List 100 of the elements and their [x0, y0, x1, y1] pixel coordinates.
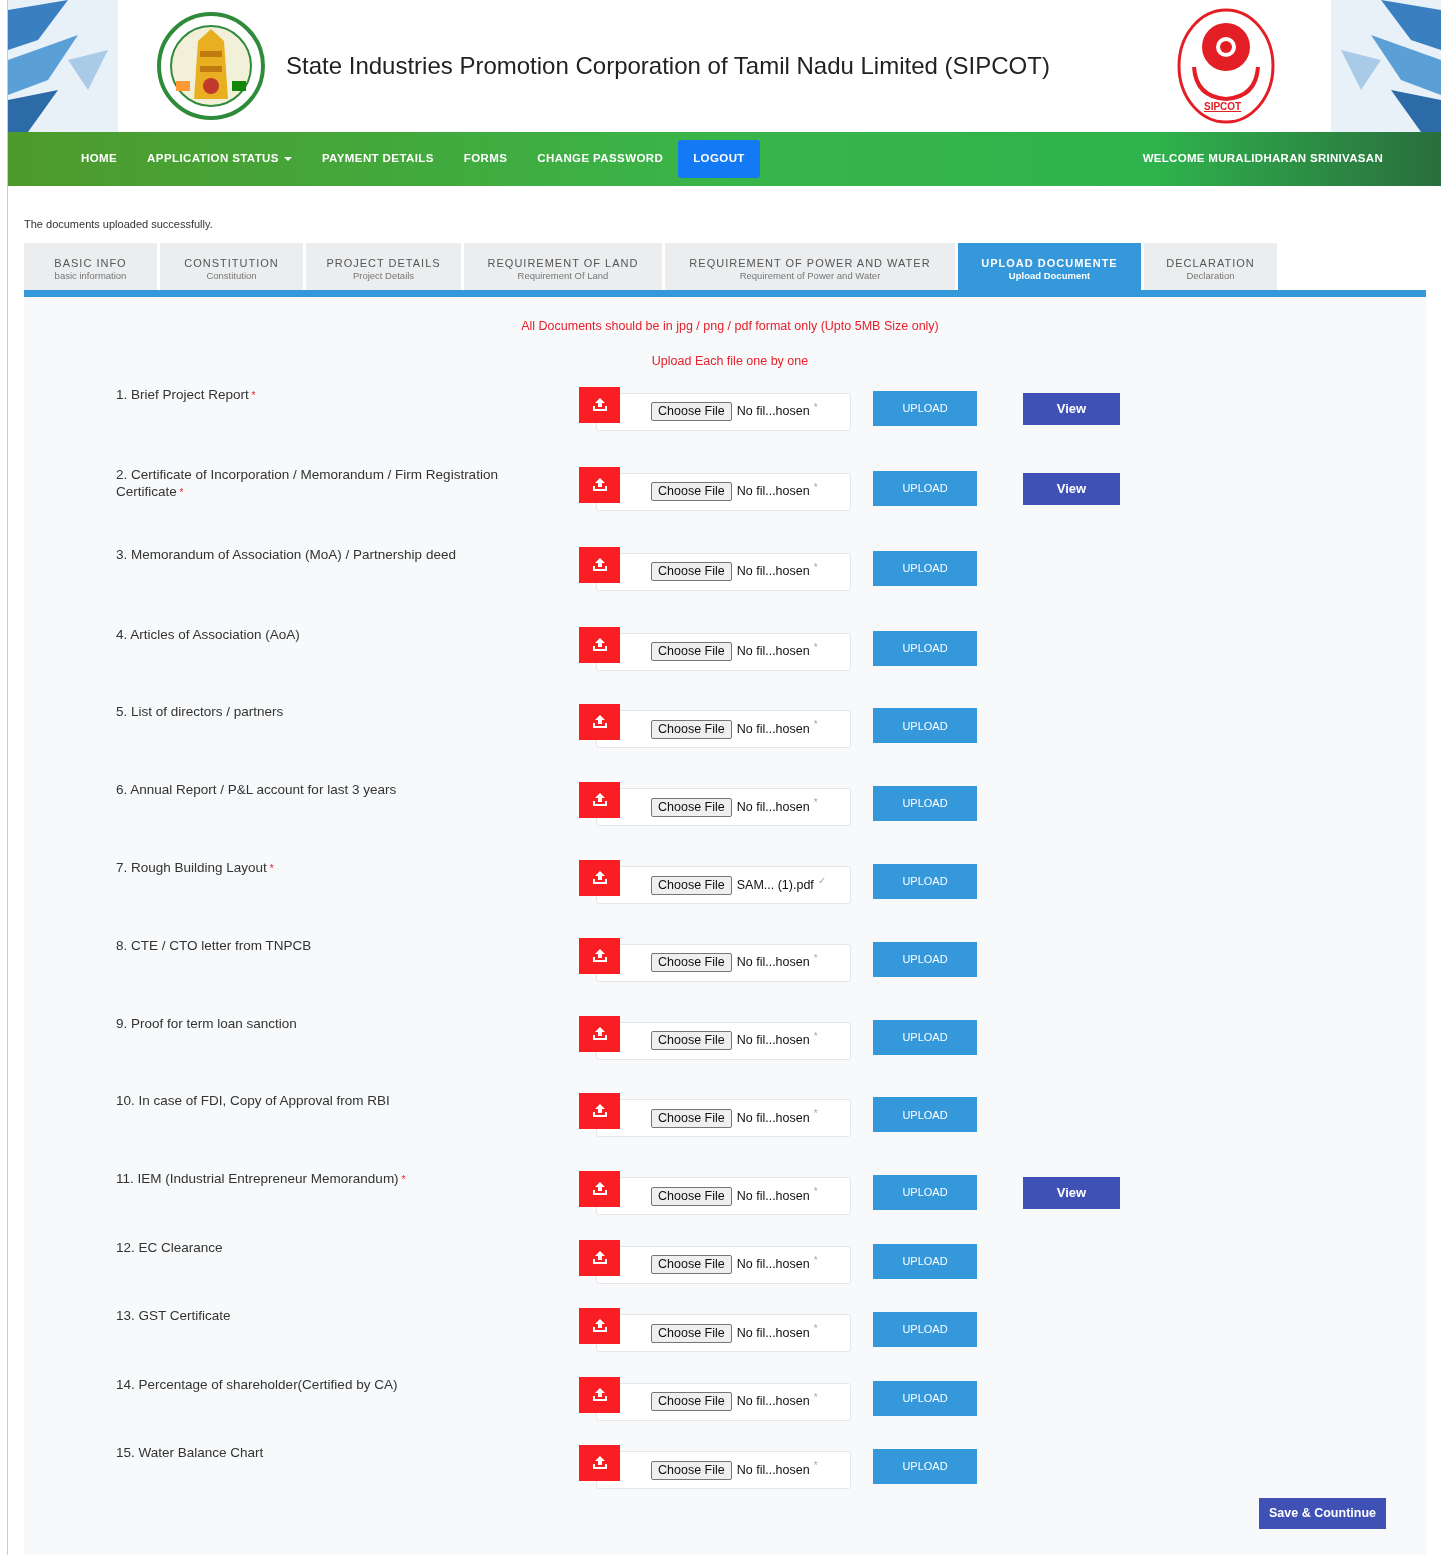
required-mark: *: [813, 951, 818, 966]
file-name: No fil...hosen: [736, 1110, 810, 1128]
required-mark: *: [813, 400, 818, 415]
document-label: 13. GST Certificate: [115, 1308, 232, 1326]
upload-icon: [579, 626, 620, 663]
choose-file-button[interactable]: Choose File: [651, 1392, 732, 1412]
required-mark: *: [813, 718, 818, 733]
file-name: No fil...hosen: [736, 1461, 810, 1479]
choose-file-button[interactable]: Choose File: [651, 1108, 732, 1128]
view-button[interactable]: View: [1023, 392, 1120, 425]
document-label: 10. In case of FDI, Copy of Approval from RBI: [115, 1093, 391, 1111]
upload-icon: [579, 704, 620, 741]
required-mark: *: [813, 1390, 818, 1405]
required-mark: *: [813, 1459, 818, 1474]
required-mark: *: [813, 1253, 818, 1268]
nav-link[interactable]: LOGOUT: [678, 140, 760, 178]
file-field[interactable]: Choose File No fil...hosen *: [596, 1099, 851, 1138]
step-tab[interactable]: REQUIREMENT OF LAND Requirement Of Land: [464, 242, 662, 291]
choose-file-button[interactable]: Choose File: [651, 797, 732, 817]
upload-icon: [579, 1445, 620, 1482]
file-field[interactable]: Choose File No fil...hosen *: [596, 943, 851, 982]
choose-file-button[interactable]: Choose File: [651, 875, 732, 895]
required-mark: *: [813, 640, 818, 655]
file-name: No fil...hosen: [736, 1256, 810, 1274]
upload-icon: [579, 782, 620, 819]
file-name: No fil...hosen: [736, 563, 810, 581]
file-name: No fil...hosen: [736, 1187, 810, 1205]
upload-icon: [579, 860, 620, 897]
required-mark: *: [813, 1322, 818, 1337]
file-name: No fil...hosen: [736, 954, 810, 972]
view-button[interactable]: View: [1023, 472, 1120, 505]
welcome-text: WELCOME MURALIDHARAN SRINIVASAN: [1142, 151, 1383, 167]
upload-icon: [579, 386, 620, 423]
file-field[interactable]: Choose File SAM... (1).pdf ✓: [596, 866, 851, 905]
document-label: 1. Brief Project Report *: [115, 386, 257, 404]
choose-file-button[interactable]: Choose File: [651, 719, 732, 739]
step-tab[interactable]: DECLARATION Declaration: [1144, 242, 1277, 291]
file-field[interactable]: Choose File No fil...hosen *: [596, 1245, 851, 1284]
required-mark: *: [813, 796, 818, 811]
file-name: No fil...hosen: [736, 643, 810, 661]
required-mark: *: [813, 560, 818, 575]
required-mark: *: [813, 1185, 818, 1200]
save-continue-button[interactable]: Save & Countinue: [1259, 1498, 1386, 1530]
choose-file-button[interactable]: Choose File: [651, 1323, 732, 1343]
file-name: SAM... (1).pdf: [736, 876, 814, 894]
file-field[interactable]: Choose File No fil...hosen *: [596, 1314, 851, 1353]
logo-text: SIPCOT: [1204, 100, 1242, 114]
document-label: 5. List of directors / partners: [115, 704, 285, 722]
file-field[interactable]: Choose File No fil...hosen *: [596, 472, 851, 511]
choose-file-button[interactable]: Choose File: [651, 1031, 732, 1051]
choose-file-button[interactable]: Choose File: [651, 642, 732, 662]
document-label: 4. Articles of Association (AoA): [115, 626, 301, 644]
upload-icon: [579, 1376, 620, 1413]
step-tab[interactable]: CONSTITUTION Constitution: [160, 242, 303, 291]
upload-icon: [579, 1015, 620, 1052]
required-mark: *: [813, 480, 818, 495]
upload-icon: [579, 1239, 620, 1276]
file-field[interactable]: Choose File No fil...hosen *: [596, 1451, 851, 1490]
file-field[interactable]: Choose File No fil...hosen *: [596, 788, 851, 827]
document-label: 15. Water Balance Chart: [115, 1445, 265, 1463]
header-title: State Industries Promotion Corporation of Tamil Nadu Limited (SIPCOT): [286, 51, 1050, 81]
file-name: No fil...hosen: [736, 1032, 810, 1050]
file-name: No fil...hosen: [736, 1324, 810, 1342]
view-button[interactable]: View: [1023, 1177, 1120, 1210]
document-label: 6. Annual Report / P&L account for last 3 years: [115, 782, 398, 800]
document-label: 12. EC Clearance: [115, 1239, 224, 1257]
file-name: No fil...hosen: [736, 1393, 810, 1411]
file-field[interactable]: Choose File No fil...hosen *: [596, 552, 851, 591]
file-field[interactable]: Choose File No fil...hosen *: [596, 1021, 851, 1060]
file-field[interactable]: Choose File No fil...hosen *: [596, 710, 851, 749]
file-field[interactable]: Choose File No fil...hosen *: [596, 1382, 851, 1421]
required-mark: *: [813, 1029, 818, 1044]
document-label: 11. IEM (Industrial Entrepreneur Memorandum) *: [115, 1171, 407, 1189]
file-field[interactable]: Choose File No fil...hosen *: [596, 1177, 851, 1216]
choose-file-button[interactable]: Choose File: [651, 562, 732, 582]
required-mark: *: [813, 1107, 818, 1122]
choose-file-button[interactable]: Choose File: [651, 1255, 732, 1275]
choose-file-button[interactable]: Choose File: [651, 1186, 732, 1206]
instruction-note: Upload Each file one by one: [650, 352, 810, 370]
file-name: No fil...hosen: [736, 798, 810, 816]
choose-file-button[interactable]: Choose File: [651, 953, 732, 973]
choose-file-button[interactable]: Choose File: [651, 402, 732, 422]
file-field[interactable]: Choose File No fil...hosen *: [596, 392, 851, 431]
choose-file-button[interactable]: Choose File: [651, 1460, 732, 1480]
check-mark: ✓: [817, 874, 826, 889]
document-label: 8. CTE / CTO letter from TNPCB: [115, 937, 313, 955]
file-field[interactable]: Choose File No fil...hosen *: [596, 632, 851, 671]
file-name: No fil...hosen: [736, 403, 810, 421]
upload-icon: [579, 1171, 620, 1208]
step-tab[interactable]: PROJECT DETAILS Project Details: [306, 242, 461, 291]
file-name: No fil...hosen: [736, 721, 810, 739]
document-label: 2. Certificate of Incorporation / Memorandum / Firm Registration Certificate *: [115, 466, 499, 501]
document-label: 14. Percentage of shareholder(Certified by CA): [115, 1376, 399, 1394]
document-label: 3. Memorandum of Association (MoA) / Partnership deed: [115, 546, 457, 564]
file-name: No fil...hosen: [736, 483, 810, 501]
choose-file-button[interactable]: Choose File: [651, 482, 732, 502]
document-label: 7. Rough Building Layout *: [115, 860, 275, 877]
step-tab[interactable]: BASIC INFO basic information: [24, 242, 157, 291]
step-tab[interactable]: REQUIREMENT OF POWER AND WATER Requirement of Power and Water: [665, 242, 955, 291]
success-message: The documents uploaded successfully.: [24, 217, 214, 232]
